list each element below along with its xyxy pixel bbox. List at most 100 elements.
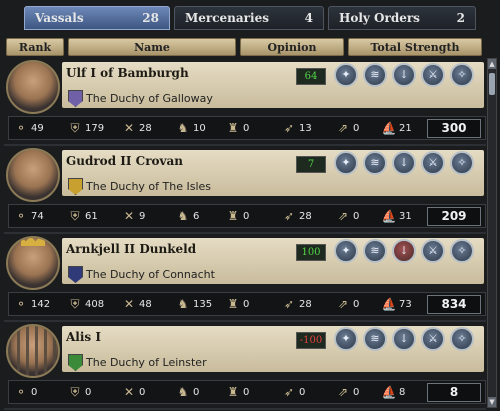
vassal-name[interactable]: Ulf I of Bamburgh: [66, 66, 189, 80]
vassal-portrait[interactable]: [6, 324, 60, 378]
stat-value: 179: [85, 122, 105, 134]
declare-war-icon[interactable]: ⚔: [421, 239, 445, 263]
vassal-portrait[interactable]: [6, 236, 60, 290]
stat-value: 73: [399, 298, 412, 310]
vassal-actions: ✦ ≋ ↓ ⚔ ✧: [334, 63, 484, 89]
header-total-strength[interactable]: Total Strength: [348, 38, 482, 56]
total-strength: 300: [427, 119, 481, 138]
dismiss-icon[interactable]: ✧: [450, 239, 474, 263]
stat-value: 0: [193, 386, 200, 398]
ships-icon: ⛵: [381, 121, 397, 135]
vassal-portrait[interactable]: [6, 148, 60, 202]
tab-vassals-label: Vassals: [35, 11, 84, 25]
opinion-value: -100: [296, 332, 326, 349]
vassal-title[interactable]: The Duchy of The Isles: [86, 180, 211, 193]
grant-title-icon[interactable]: ✦: [334, 327, 358, 351]
vassal-name[interactable]: Arnkjell II Dunkeld: [66, 242, 196, 256]
revoke-title-icon[interactable]: ≋: [363, 63, 387, 87]
tab-holy-orders-count: 2: [456, 11, 465, 25]
stat-knights: ♜ 0: [225, 295, 250, 313]
vassal-row[interactable]: Gudrod II Crovan 7 The Duchy of The Isle…: [4, 148, 486, 234]
scroll-down-icon[interactable]: ▼: [488, 397, 496, 407]
knights-icon: ♜: [227, 297, 239, 311]
declare-war-icon[interactable]: ⚔: [421, 63, 445, 87]
header-name[interactable]: Name: [68, 38, 236, 56]
scroll-up-icon[interactable]: ▲: [488, 59, 496, 69]
stat-value: 408: [85, 298, 105, 310]
stat-value: 0: [243, 298, 250, 310]
archers-icon: ➶: [283, 385, 295, 399]
grant-title-icon[interactable]: ✦: [334, 151, 358, 175]
stat-light-cavalry: ♞ 6: [175, 207, 200, 225]
grant-title-icon[interactable]: ✦: [334, 239, 358, 263]
stat-value: 0: [243, 122, 250, 134]
stat-light-cavalry: ♞ 0: [175, 383, 200, 401]
vassal-row[interactable]: Ulf I of Bamburgh 64 The Duchy of Gallow…: [4, 60, 486, 146]
imprison-icon[interactable]: ↓: [392, 63, 416, 87]
stat-value: 9: [139, 210, 146, 222]
heavy-infantry-icon: ⛨: [70, 121, 80, 135]
row-divider: [4, 320, 486, 322]
stat-value: 0: [353, 122, 360, 134]
stat-ships: ⛵ 73: [381, 295, 412, 313]
tab-vassals[interactable]: Vassals 28: [24, 6, 170, 30]
stat-value: 13: [299, 122, 312, 134]
scrollbar[interactable]: ▲ ▼: [487, 58, 497, 408]
imprison-icon[interactable]: ↓: [392, 151, 416, 175]
stat-value: 0: [353, 210, 360, 222]
horse-archers-icon: ⇗: [337, 385, 349, 399]
grant-title-icon[interactable]: ✦: [334, 63, 358, 87]
declare-war-icon[interactable]: ⚔: [421, 151, 445, 175]
stat-value: 6: [193, 210, 200, 222]
stat-value: 0: [299, 386, 306, 398]
dismiss-icon[interactable]: ✧: [450, 327, 474, 351]
total-strength: 834: [427, 295, 481, 314]
stat-light-foot: ⚬ 0: [13, 383, 37, 401]
vassal-title[interactable]: The Duchy of Connacht: [86, 268, 215, 281]
scroll-thumb[interactable]: [489, 73, 495, 95]
stat-archers: ➶ 28: [281, 207, 312, 225]
stat-heavy-infantry: ⛨ 61: [67, 207, 97, 225]
vassal-name[interactable]: Alis I: [66, 330, 101, 344]
tab-mercenaries[interactable]: Mercenaries 4: [174, 6, 324, 30]
revoke-title-icon[interactable]: ≋: [363, 239, 387, 263]
stat-value: 28: [299, 298, 312, 310]
stat-value: 135: [193, 298, 213, 310]
stat-light-foot: ⚬ 74: [13, 207, 44, 225]
tab-holy-orders[interactable]: Holy Orders 2: [328, 6, 476, 30]
troop-strength-bar: ⚬ 142 ⛨ 408 ✕ 48 ♞ 135 ♜ 0 ➶ 28 ⇗ 0 ⛵ 73…: [8, 292, 486, 316]
imprison-icon[interactable]: ↓: [392, 239, 416, 263]
header-opinion[interactable]: Opinion: [240, 38, 344, 56]
dismiss-icon[interactable]: ✧: [450, 151, 474, 175]
imprison-icon[interactable]: ↓: [392, 327, 416, 351]
stat-heavy-infantry: ⛨ 408: [67, 295, 104, 313]
stat-knights: ♜ 0: [225, 207, 250, 225]
header-rank[interactable]: Rank: [6, 38, 64, 56]
archers-icon: ➶: [283, 209, 295, 223]
vassal-row[interactable]: Arnkjell II Dunkeld 100 The Duchy of Con…: [4, 236, 486, 322]
vassal-row[interactable]: Alis I -100 The Duchy of Leinster ✦ ≋ ↓ ⚔ ✧ …: [4, 324, 486, 410]
revoke-title-icon[interactable]: ≋: [363, 327, 387, 351]
vassal-title[interactable]: The Duchy of Leinster: [86, 356, 207, 369]
total-strength: 8: [427, 383, 481, 402]
vassal-title[interactable]: The Duchy of Galloway: [86, 92, 213, 105]
revoke-title-icon[interactable]: ≋: [363, 151, 387, 175]
vassal-name[interactable]: Gudrod II Crovan: [66, 154, 183, 168]
stat-heavy-infantry: ⛨ 179: [67, 119, 104, 137]
row-divider: [4, 144, 486, 146]
stat-value: 0: [31, 386, 38, 398]
stat-ships: ⛵ 21: [381, 119, 412, 137]
stat-ships: ⛵ 31: [381, 207, 412, 225]
dismiss-icon[interactable]: ✧: [450, 63, 474, 87]
vassal-portrait[interactable]: [6, 60, 60, 114]
stat-value: 0: [353, 298, 360, 310]
total-strength: 209: [427, 207, 481, 226]
stat-value: 0: [243, 210, 250, 222]
declare-war-icon[interactable]: ⚔: [421, 327, 445, 351]
stat-light-cavalry: ♞ 135: [175, 295, 212, 313]
heavy-infantry-icon: ⛨: [70, 209, 80, 223]
stat-value: 28: [139, 122, 152, 134]
stat-value: 31: [399, 210, 412, 222]
stat-pikemen: ✕ 9: [121, 207, 145, 225]
stat-value: 0: [85, 386, 92, 398]
